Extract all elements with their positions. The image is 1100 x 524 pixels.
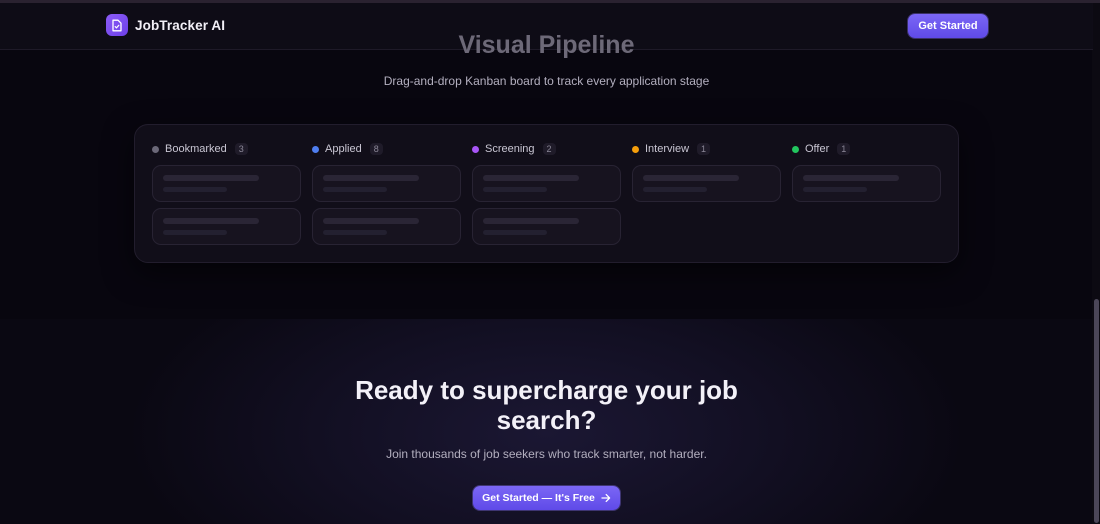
column-header: Applied 8 — [312, 143, 383, 155]
kanban-card[interactable] — [152, 165, 301, 202]
skeleton-line — [323, 230, 387, 235]
skeleton-line — [323, 218, 419, 224]
status-dot — [792, 145, 799, 153]
status-dot — [152, 145, 159, 153]
column-count-badge: 3 — [234, 143, 248, 155]
skeleton-line — [323, 175, 419, 181]
skeleton-line — [163, 218, 259, 224]
column-header: Offer 1 — [792, 143, 851, 155]
arrow-right-icon — [601, 493, 611, 503]
scrollbar[interactable] — [1092, 3, 1100, 524]
cta-subtitle: Join thousands of job seekers who track … — [386, 447, 707, 461]
skeleton-line — [163, 230, 227, 235]
cta-button-label: Get Started — It's Free — [482, 492, 595, 504]
skeleton-line — [643, 175, 739, 181]
cta-title-line: Ready to supercharge your job — [355, 375, 738, 405]
column-header: Screening 2 — [472, 143, 556, 155]
skeleton-line — [163, 175, 259, 181]
get-started-free-button[interactable]: Get Started — It's Free — [473, 486, 620, 510]
kanban-card[interactable] — [152, 208, 301, 245]
kanban-card[interactable] — [632, 165, 781, 202]
skeleton-line — [803, 187, 867, 192]
kanban-card[interactable] — [472, 208, 621, 245]
kanban-board: Bookmarked 3 Applied 8 Screening 2 Inter… — [134, 124, 959, 263]
skeleton-line — [483, 175, 579, 181]
column-header: Interview 1 — [632, 143, 711, 155]
kanban-card[interactable] — [472, 165, 621, 202]
skeleton-line — [163, 187, 227, 192]
section-title: Visual Pipeline — [458, 31, 635, 59]
cta-title-line: search? — [496, 405, 597, 435]
status-dot — [472, 145, 479, 153]
scrollbar-thumb[interactable] — [1094, 299, 1099, 523]
column-name: Offer — [805, 143, 830, 155]
kanban-card[interactable] — [312, 208, 461, 245]
column-count-badge: 1 — [697, 143, 711, 155]
status-dot — [632, 145, 639, 153]
kanban-card[interactable] — [792, 165, 941, 202]
skeleton-line — [323, 187, 387, 192]
skeleton-line — [483, 187, 547, 192]
column-count-badge: 8 — [369, 143, 383, 155]
status-dot — [312, 145, 319, 153]
cta-title: Ready to supercharge your job search? — [0, 375, 1093, 435]
skeleton-line — [643, 187, 707, 192]
landing-page: JobTracker AI Get Started Visual Pipelin… — [0, 0, 1100, 524]
column-header: Bookmarked 3 — [152, 143, 248, 155]
skeleton-line — [483, 230, 547, 235]
kanban-card[interactable] — [312, 165, 461, 202]
column-name: Interview — [645, 143, 690, 155]
skeleton-line — [803, 175, 899, 181]
column-count-badge: 1 — [837, 143, 851, 155]
section-subtitle: Drag-and-drop Kanban board to track ever… — [383, 74, 710, 88]
column-name: Screening — [485, 143, 535, 155]
skeleton-line — [483, 218, 579, 224]
column-name: Bookmarked — [165, 143, 227, 155]
column-count-badge: 2 — [542, 143, 556, 155]
column-name: Applied — [325, 143, 362, 155]
